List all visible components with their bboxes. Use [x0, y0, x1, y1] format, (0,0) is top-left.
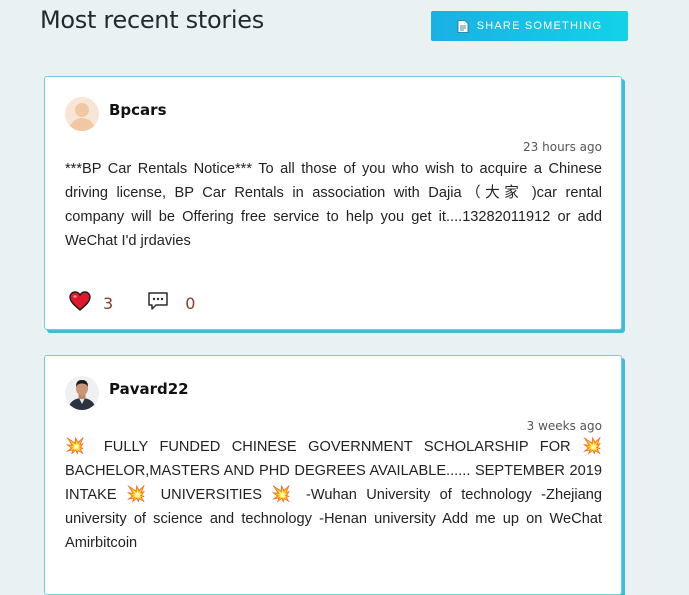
page-heading: Most recent stories [40, 6, 264, 34]
like-count: 3 [103, 293, 114, 313]
share-something-button[interactable]: SHARE SOMETHING [431, 11, 628, 41]
story-timestamp: 23 hours ago [523, 140, 602, 154]
collision-emoji: 💥 [126, 486, 152, 503]
like-button[interactable]: 3 [69, 291, 113, 315]
collision-emoji: 💥 [582, 438, 603, 455]
story-card: Pavard22 3 weeks ago 💥 FULLY FUNDED CHIN… [44, 355, 622, 595]
story-author[interactable]: Pavard22 [109, 380, 189, 398]
collision-emoji: 💥 [271, 486, 297, 503]
story-card: Bpcars 23 hours ago ***BP Car Rentals No… [44, 76, 622, 330]
story-actions: 3 0 [69, 291, 229, 315]
story-author[interactable]: Bpcars [109, 101, 167, 119]
document-icon [457, 19, 469, 33]
comment-count: 0 [185, 293, 196, 313]
avatar[interactable] [65, 97, 99, 131]
story-timestamp: 3 weeks ago [526, 419, 602, 433]
story-text: ***BP Car Rentals Notice*** To all those… [65, 161, 602, 249]
comment-button[interactable]: 0 [147, 291, 195, 315]
heart-icon[interactable] [69, 291, 91, 315]
share-button-label: SHARE SOMETHING [476, 20, 603, 32]
avatar[interactable] [65, 376, 99, 410]
story-text: 💥 FULLY FUNDED CHINESE GOVERNMENT SCHOLA… [65, 435, 602, 555]
story-text-part: FULLY FUNDED CHINESE GOVERNMENT SCHOLARS… [92, 439, 583, 455]
collision-emoji: 💥 [65, 438, 93, 455]
comment-bubble-icon[interactable] [147, 291, 169, 315]
story-text-part: UNIVERSITIES [151, 487, 272, 503]
